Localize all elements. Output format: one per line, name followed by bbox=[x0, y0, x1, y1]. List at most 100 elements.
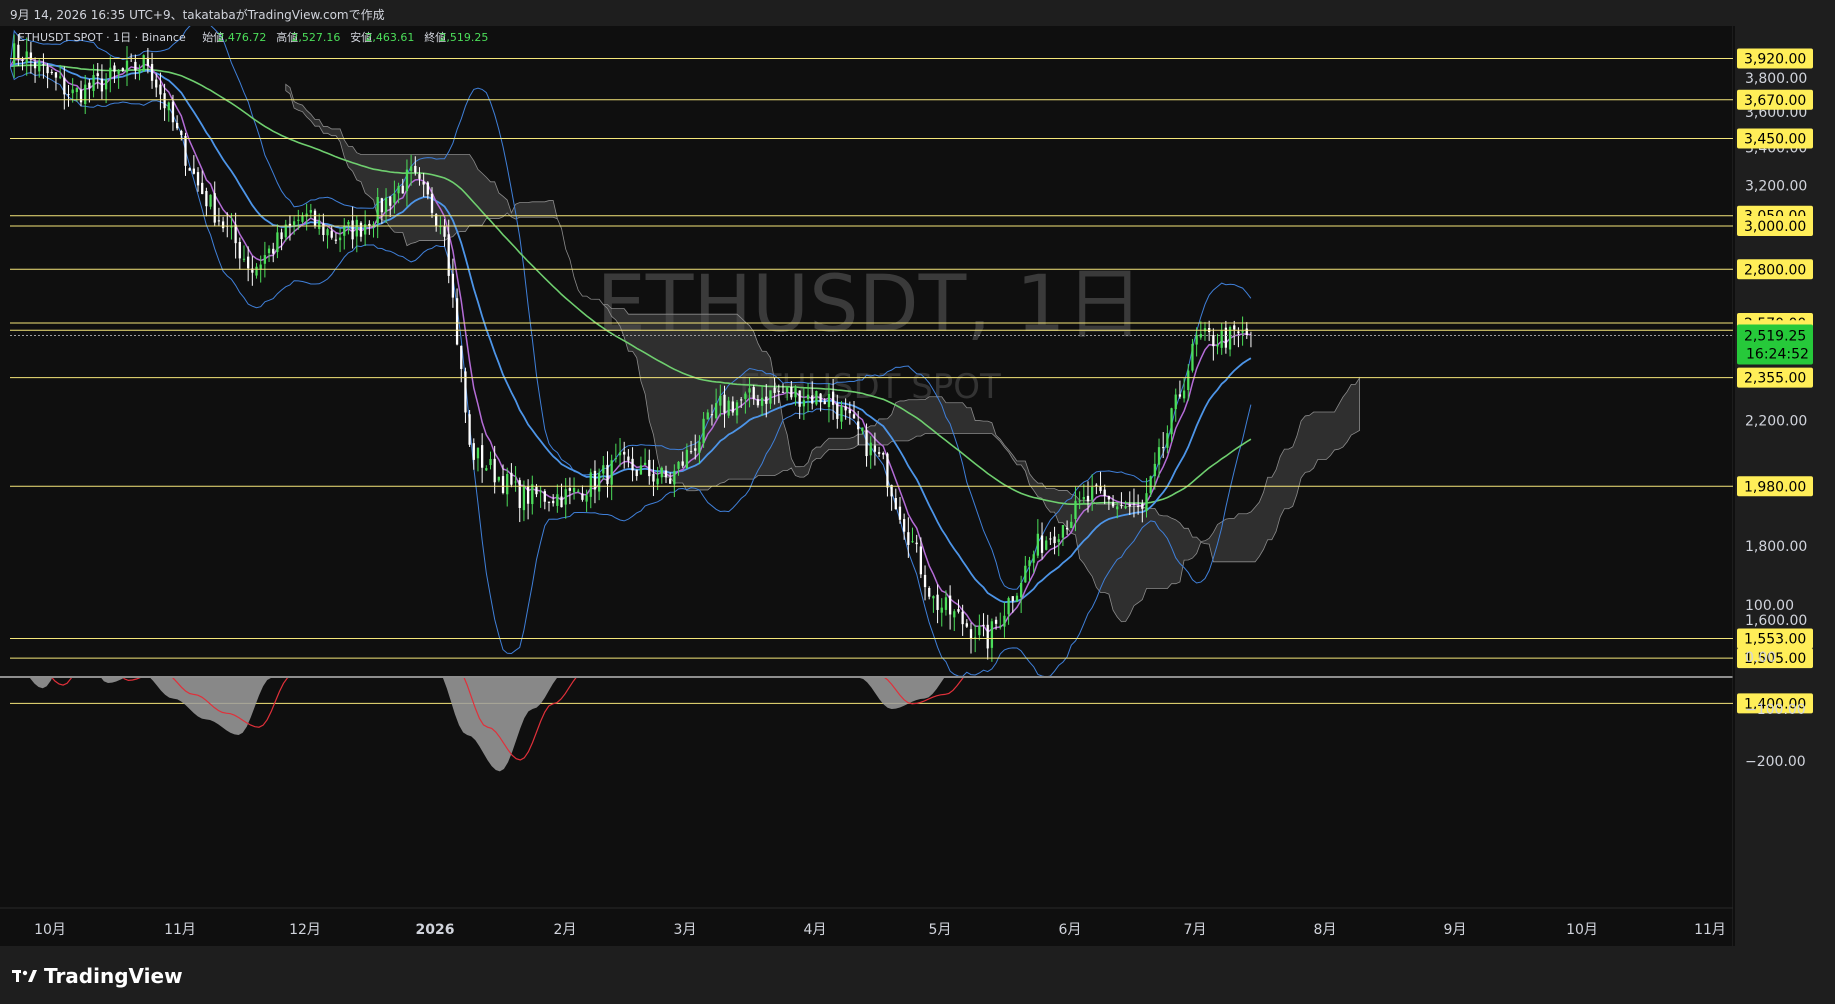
candle-body bbox=[355, 219, 358, 237]
candle-body bbox=[418, 174, 421, 179]
candle-body bbox=[480, 445, 484, 468]
candle-body bbox=[773, 387, 776, 393]
candle-body bbox=[965, 623, 968, 627]
candle-body bbox=[1099, 486, 1102, 492]
candle-body bbox=[1107, 496, 1111, 500]
price-tick-label: 3,800.00 bbox=[1745, 71, 1807, 87]
candle-body bbox=[171, 101, 175, 123]
candle-body bbox=[376, 197, 379, 224]
candle-body bbox=[844, 406, 847, 411]
candle-body bbox=[401, 185, 404, 194]
candle-body bbox=[485, 468, 488, 471]
candle-body bbox=[543, 491, 546, 502]
time-tick-label: 5月 bbox=[929, 922, 952, 938]
candle-body bbox=[999, 625, 1002, 627]
candle-body bbox=[422, 181, 425, 185]
candle-body bbox=[748, 388, 751, 393]
candle-body bbox=[660, 467, 663, 478]
last-price-value: 2,519.25 bbox=[1744, 328, 1806, 344]
candle-body bbox=[727, 400, 730, 416]
candle-body bbox=[568, 488, 572, 491]
candle-body bbox=[159, 84, 162, 95]
candle-body bbox=[1078, 500, 1081, 502]
candle-body bbox=[142, 55, 145, 72]
tradingview-logo[interactable]: TradingView bbox=[12, 964, 183, 988]
tradingview-logo-icon bbox=[12, 970, 37, 982]
candle-body bbox=[393, 193, 396, 203]
candle-body bbox=[1120, 505, 1123, 507]
candle-body bbox=[489, 458, 492, 466]
candle-body bbox=[518, 480, 521, 508]
candle-body bbox=[547, 501, 551, 503]
time-tick-label: 10月 bbox=[1566, 922, 1598, 938]
candle-body bbox=[827, 393, 831, 408]
candle-body bbox=[188, 168, 191, 171]
candle-body bbox=[614, 458, 617, 460]
legend-field: 2,463.61 bbox=[365, 31, 414, 44]
candle-body bbox=[531, 484, 534, 505]
candle-body bbox=[673, 470, 676, 485]
candle-body bbox=[1237, 331, 1240, 334]
candle-body bbox=[1174, 394, 1177, 410]
price-tick-label: 1,800.00 bbox=[1745, 539, 1807, 555]
candle-body bbox=[460, 345, 463, 369]
candle-body bbox=[656, 478, 659, 485]
candle-body bbox=[1086, 495, 1090, 502]
candle-body bbox=[409, 166, 413, 171]
candle-body bbox=[338, 237, 342, 241]
candle-body bbox=[109, 67, 112, 78]
chart-canvas[interactable]: ETHUSDT, 1日ETHUSDT SPOT3,800.003,600.003… bbox=[0, 26, 1835, 946]
candle-body bbox=[113, 65, 116, 72]
candle-body bbox=[681, 461, 684, 466]
candle-body bbox=[63, 77, 66, 95]
candle-body bbox=[334, 239, 338, 241]
candle-body bbox=[192, 168, 195, 174]
candle-body bbox=[535, 486, 538, 495]
candle-body bbox=[894, 497, 897, 510]
candle-body bbox=[196, 172, 200, 186]
candle-body bbox=[1065, 527, 1069, 530]
candle-body bbox=[1082, 497, 1085, 500]
time-tick-label: 10月 bbox=[34, 922, 66, 938]
candle-body bbox=[522, 485, 526, 511]
candle-body bbox=[242, 258, 246, 260]
candle-body bbox=[184, 135, 187, 166]
chart-area[interactable]: ETHUSDT, 1日 ETHUSDT SPOT 3,800.00 3,600.00 3… bbox=[0, 26, 1835, 946]
level-label-text: 2,800.00 bbox=[1744, 262, 1806, 278]
candle-body bbox=[288, 223, 292, 226]
candle-body bbox=[723, 394, 726, 413]
candle-body bbox=[957, 609, 960, 612]
candle-body bbox=[836, 403, 839, 419]
candle-body bbox=[1170, 408, 1173, 435]
candle-body bbox=[760, 397, 764, 406]
candle-body bbox=[96, 73, 99, 77]
time-tick-label: 8月 bbox=[1314, 922, 1337, 938]
candle-body bbox=[994, 619, 998, 624]
candle-body bbox=[597, 472, 601, 492]
candle-body bbox=[79, 89, 83, 103]
candle-body bbox=[781, 391, 785, 393]
candle-body bbox=[1212, 335, 1215, 347]
candle-body bbox=[150, 64, 154, 81]
candle-body bbox=[1182, 390, 1186, 399]
candle-body bbox=[506, 474, 509, 495]
candle-body bbox=[539, 491, 542, 493]
candle-body bbox=[1166, 433, 1169, 448]
candle-body bbox=[347, 221, 350, 225]
candle-body bbox=[1057, 539, 1060, 543]
candle-body bbox=[873, 445, 877, 452]
candle-body bbox=[623, 451, 626, 455]
price-tick-label: 2,200.00 bbox=[1745, 413, 1807, 429]
candle-body bbox=[1132, 503, 1136, 505]
candle-body bbox=[706, 412, 709, 420]
candle-body bbox=[886, 453, 889, 488]
candle-body bbox=[313, 210, 317, 227]
candle-body bbox=[1061, 525, 1065, 538]
candle-body bbox=[552, 500, 555, 504]
candle-body bbox=[1019, 582, 1023, 598]
time-tick-label: 9月 bbox=[1444, 922, 1467, 938]
candle-body bbox=[731, 401, 734, 413]
candle-body bbox=[1045, 540, 1048, 550]
candle-body bbox=[201, 182, 204, 195]
candle-body bbox=[384, 197, 388, 213]
